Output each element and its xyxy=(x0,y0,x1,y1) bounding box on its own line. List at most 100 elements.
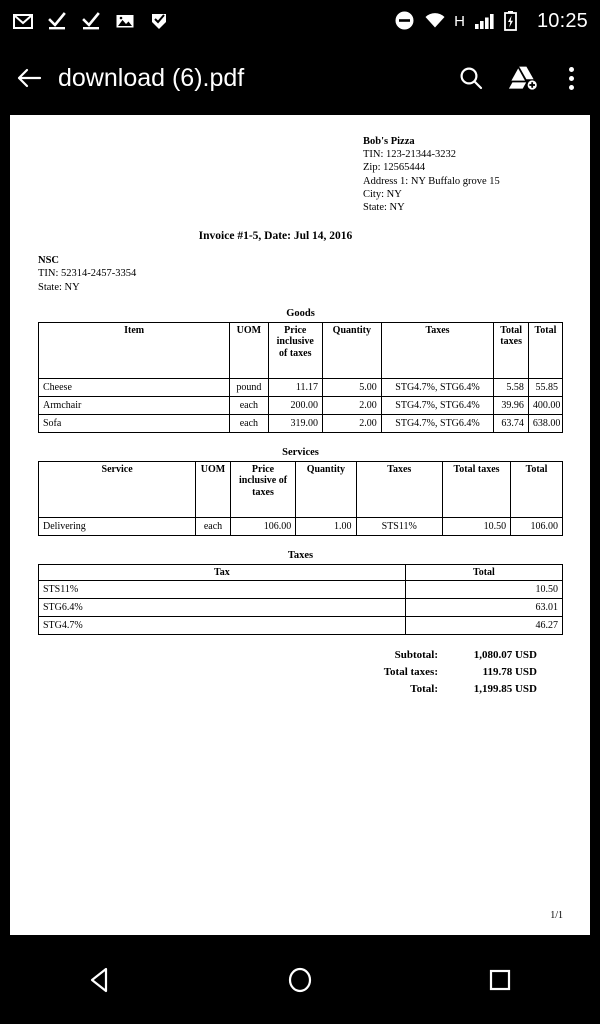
goods-cell-quantity: 2.00 xyxy=(322,413,382,433)
taxes-cell-total: 63.01 xyxy=(404,598,564,618)
services-cell-uom: each xyxy=(195,516,231,536)
services-cell-taxes: STS11% xyxy=(355,516,443,536)
app-bar-actions xyxy=(452,59,600,97)
table-row: STG4.7% 46.27 xyxy=(38,616,564,636)
services-header-total: Total xyxy=(510,460,563,518)
goods-cell-total: 638.00 xyxy=(527,413,564,433)
taxes-header-total: Total xyxy=(404,563,564,582)
goods-cell-price: 11.17 xyxy=(267,377,324,397)
table-row: STS11% 10.50 xyxy=(38,580,564,600)
pdf-page[interactable]: Bob's Pizza TIN: 123-21344-3232 Zip: 125… xyxy=(10,115,590,935)
back-nav-button[interactable] xyxy=(40,950,160,1010)
total-taxes-label: Total taxes: xyxy=(383,666,438,679)
back-arrow-icon xyxy=(17,68,42,88)
taxes-section-title: Taxes xyxy=(287,549,314,561)
goods-cell-quantity: 5.00 xyxy=(322,377,382,397)
grand-total-value: 1,199.85 USD xyxy=(473,683,537,696)
services-header-price: Price inclusive of taxes xyxy=(229,460,297,518)
subtotal-row: Subtotal: 1,080.07 USD xyxy=(395,647,537,664)
goods-cell-uom: each xyxy=(229,413,269,433)
total-taxes-value: 119.78 USD xyxy=(482,666,537,679)
subtotal-value: 1,080.07 USD xyxy=(473,649,537,662)
overflow-menu-button[interactable] xyxy=(556,59,586,97)
wifi-icon xyxy=(424,10,446,32)
phone-screen: H 10:25 download (6).pdf Bob's Pizza TIN… xyxy=(0,0,600,1024)
add-to-drive-icon xyxy=(508,66,537,90)
buyer-name: NSC xyxy=(38,255,60,267)
goods-cell-taxes: STG4.7%, STG6.4% xyxy=(380,377,495,397)
services-header-total-taxes: Total taxes xyxy=(441,460,512,518)
goods-header-quantity: Quantity xyxy=(322,321,382,379)
home-circle-icon xyxy=(288,967,312,992)
taxes-header-tax: Tax xyxy=(38,563,406,582)
goods-cell-price: 319.00 xyxy=(267,413,324,433)
table-row: Sofa each 319.00 2.00 STG4.7%, STG6.4% 6… xyxy=(37,413,564,433)
vendor-info-block: Bob's Pizza TIN: 123-21344-3232 Zip: 125… xyxy=(363,135,563,214)
vendor-name: Bob's Pizza xyxy=(363,136,415,147)
taxes-cell-tax: STG4.7% xyxy=(38,616,406,636)
taxes-cell-total: 46.27 xyxy=(404,616,564,636)
status-bar-left-icons xyxy=(12,10,170,32)
services-cell-total: 106.00 xyxy=(510,516,563,536)
page-title: download (6).pdf xyxy=(58,63,245,92)
recents-nav-button[interactable] xyxy=(440,950,560,1010)
goods-header-price: Price inclusive of taxes xyxy=(267,321,324,379)
taxes-table: Tax Total STS11% 10.50 STG6.4% 63.01 STG… xyxy=(38,563,564,636)
goods-cell-total-taxes: 63.74 xyxy=(493,413,529,433)
goods-cell-taxes: STG4.7%, STG6.4% xyxy=(380,413,495,433)
goods-header-total-taxes: Total taxes xyxy=(493,321,529,379)
taxes-cell-tax: STS11% xyxy=(38,580,406,600)
back-button[interactable] xyxy=(0,63,58,93)
goods-header-item: Item xyxy=(37,321,231,379)
goods-cell-total: 55.85 xyxy=(527,377,564,397)
grand-total-row: Total: 1,199.85 USD xyxy=(410,681,537,698)
app-bar: download (6).pdf xyxy=(0,42,600,114)
taxes-cell-tax: STG6.4% xyxy=(38,598,406,618)
search-icon xyxy=(460,67,483,90)
services-header-service: Service xyxy=(37,460,197,518)
goods-table-header-row: Item UOM Price inclusive of taxes Quanti… xyxy=(37,321,564,379)
recents-square-icon xyxy=(489,969,511,990)
signal-bars-icon xyxy=(473,10,495,32)
goods-header-taxes: Taxes xyxy=(380,321,495,379)
status-bar: H 10:25 xyxy=(0,0,600,42)
gmail-icon xyxy=(12,10,34,32)
subtotal-label: Subtotal: xyxy=(394,649,438,662)
table-row: STG6.4% 63.01 xyxy=(38,598,564,618)
vendor-zip: Zip: 12565444 xyxy=(363,162,426,174)
table-row: Delivering each 106.00 1.00 STS11% 10.50… xyxy=(37,516,563,536)
vendor-address: Address 1: NY Buffalo grove 15 xyxy=(363,175,500,187)
goods-cell-item: Cheese xyxy=(37,377,231,397)
taxes-cell-total: 10.50 xyxy=(404,580,564,600)
buyer-tin: TIN: 52314-2457-3354 xyxy=(38,268,137,280)
goods-table: Item UOM Price inclusive of taxes Quanti… xyxy=(37,321,564,433)
goods-cell-item: Armchair xyxy=(37,395,231,415)
status-bar-right-icons: H 10:25 xyxy=(394,10,588,33)
grand-total-label: Total: xyxy=(410,683,438,696)
vendor-state: State: NY xyxy=(363,202,405,214)
services-header-taxes: Taxes xyxy=(355,460,443,518)
goods-cell-quantity: 2.00 xyxy=(322,395,382,415)
services-table-header-row: Service UOM Price inclusive of taxes Qua… xyxy=(37,460,563,518)
services-cell-service: Delivering xyxy=(37,516,197,536)
home-nav-button[interactable] xyxy=(240,950,360,1010)
back-triangle-icon xyxy=(90,967,108,992)
goods-cell-total-taxes: 39.96 xyxy=(493,395,529,415)
vendor-city: City: NY xyxy=(363,188,402,200)
goods-cell-taxes: STG4.7%, STG6.4% xyxy=(380,395,495,415)
goods-cell-uom: pound xyxy=(229,377,269,397)
services-table: Service UOM Price inclusive of taxes Qua… xyxy=(37,460,563,536)
search-button[interactable] xyxy=(452,59,490,97)
total-taxes-row: Total taxes: 119.78 USD xyxy=(384,664,537,681)
services-cell-quantity: 1.00 xyxy=(295,516,357,536)
services-cell-total-taxes: 10.50 xyxy=(441,516,512,536)
page-indicator: 1/1 xyxy=(550,910,563,921)
services-header-uom: UOM xyxy=(195,460,231,518)
system-navigation-bar xyxy=(0,935,600,1024)
save-to-drive-button[interactable] xyxy=(504,59,542,97)
invoice-number-and-date: Invoice #1-5, Date: Jul 14, 2016 xyxy=(198,230,353,243)
goods-cell-total: 400.00 xyxy=(527,395,564,415)
buyer-info-block: NSC TIN: 52314-2457-3354 State: NY xyxy=(38,254,563,294)
table-row: Cheese pound 11.17 5.00 STG4.7%, STG6.4%… xyxy=(37,377,564,397)
goods-section-title: Goods xyxy=(286,307,315,319)
